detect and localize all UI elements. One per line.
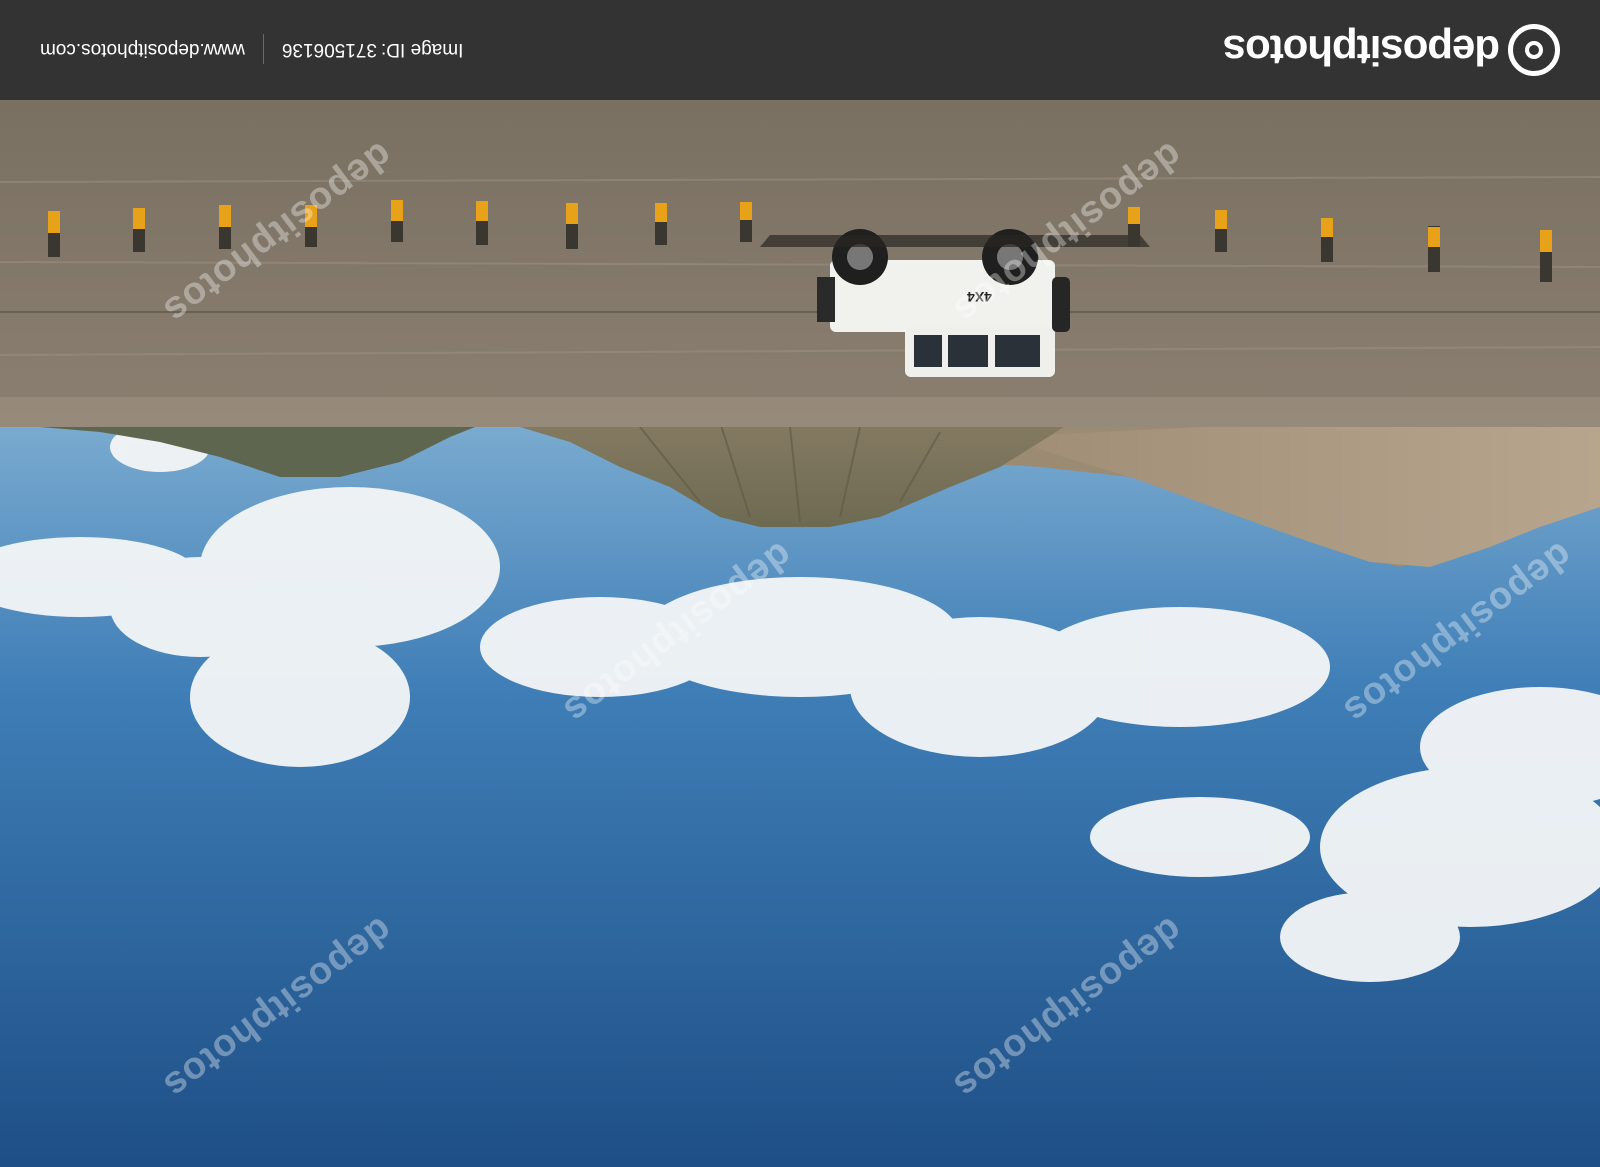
image-id-label: Image ID: [381,39,464,60]
image-meta: Image ID: 371506136 www.depositphotos.co… [40,34,463,64]
brand-name: depositphotos [1223,27,1500,74]
screenshot-frame: 4X4 depositphotos depositphotos depositp… [0,0,1600,1167]
vehicle-marking: 4X4 [967,289,992,305]
image-id-value: 371506136 [281,39,377,60]
meta-divider [262,34,264,64]
photo-scene: 4X4 [0,100,1600,1167]
depositphotos-logo-icon [1508,24,1560,76]
brand[interactable]: depositphotos [1224,24,1560,76]
stock-photo: 4X4 depositphotos depositphotos depositp… [0,100,1600,1167]
attribution-bar: depositphotos Image ID: 371506136 www.de… [0,0,1600,100]
website-link[interactable]: www.depositphotos.com [40,38,245,60]
